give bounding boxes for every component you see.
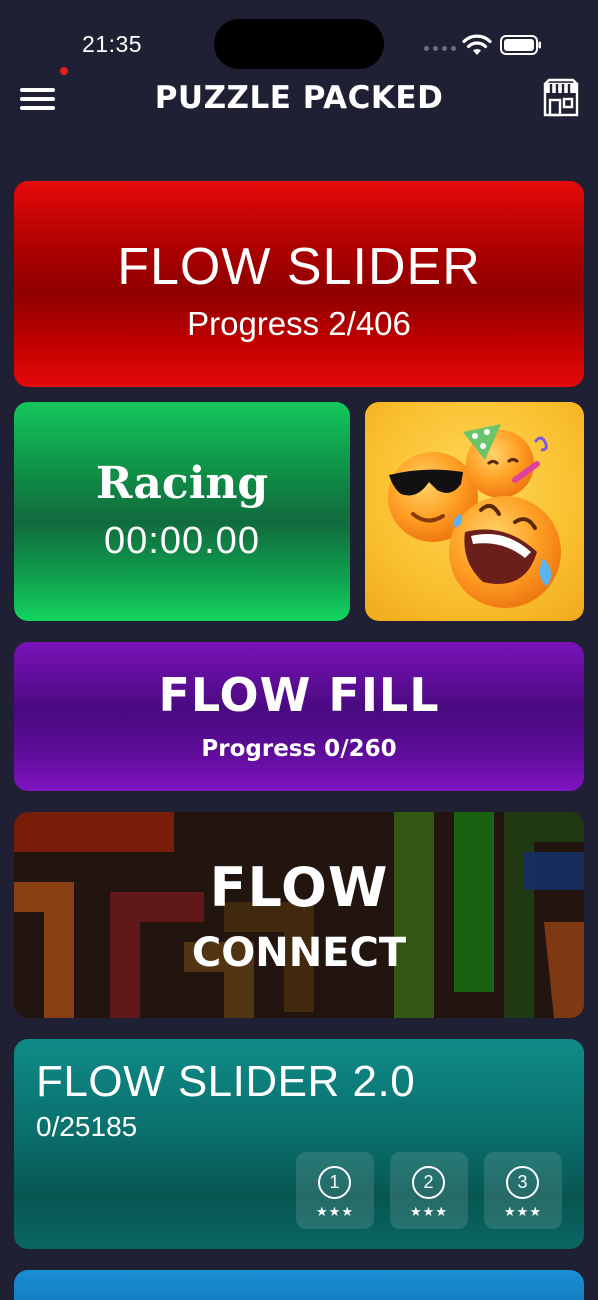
flow-fill-progress: Progress 0/260: [201, 736, 397, 762]
flow-slider-progress: Progress 2/406: [187, 305, 411, 342]
flow-connect-subtitle: CONNECT: [191, 930, 407, 976]
dynamic-island: [214, 19, 384, 69]
level-stars: ★★★: [410, 1204, 448, 1219]
next-game-card[interactable]: [14, 1270, 584, 1300]
flow-slider-title: FLOW SLIDER: [117, 238, 481, 296]
battery-icon: [500, 35, 541, 55]
flow-slider-2-progress: 0/25185: [36, 1111, 138, 1142]
flow-connect-card[interactable]: FLOW CONNECT: [14, 812, 584, 1018]
level-stars: ★★★: [504, 1204, 542, 1219]
store-icon[interactable]: [540, 78, 582, 120]
status-time: 21:35: [82, 31, 143, 57]
flow-connect-title: FLOW: [209, 856, 389, 919]
party-emoji-icon: [388, 424, 561, 608]
flow-slider-2-title: FLOW SLIDER 2.0: [36, 1057, 416, 1106]
level-buttons: 1 ★★★ 2 ★★★ 3 ★★★: [296, 1152, 562, 1229]
status-bar: 21:35: [0, 0, 598, 80]
level-number: 3: [506, 1166, 539, 1199]
level-button-2[interactable]: 2 ★★★: [390, 1152, 468, 1229]
cellular-signal-icon: [424, 46, 456, 51]
app-title: PUZZLE PACKED: [154, 80, 444, 116]
flow-fill-title: FLOW FILL: [158, 668, 440, 722]
flow-slider-2-card[interactable]: FLOW SLIDER 2.0 0/25185 1 ★★★ 2 ★★★ 3 ★★…: [14, 1039, 584, 1249]
flow-slider-card[interactable]: FLOW SLIDER Progress 2/406: [14, 181, 584, 387]
level-button-1[interactable]: 1 ★★★: [296, 1152, 374, 1229]
racing-timer: 00:00.00: [104, 520, 260, 562]
emoji-party-card[interactable]: [365, 402, 584, 621]
racing-title: Racing: [95, 458, 269, 509]
level-number: 2: [412, 1166, 445, 1199]
racing-card[interactable]: Racing 00:00.00: [14, 402, 350, 621]
level-button-3[interactable]: 3 ★★★: [484, 1152, 562, 1229]
notification-badge: [60, 67, 68, 75]
flow-fill-card[interactable]: FLOW FILL Progress 0/260: [14, 642, 584, 791]
level-number: 1: [318, 1166, 351, 1199]
level-stars: ★★★: [316, 1204, 354, 1219]
wifi-icon: [462, 34, 492, 55]
